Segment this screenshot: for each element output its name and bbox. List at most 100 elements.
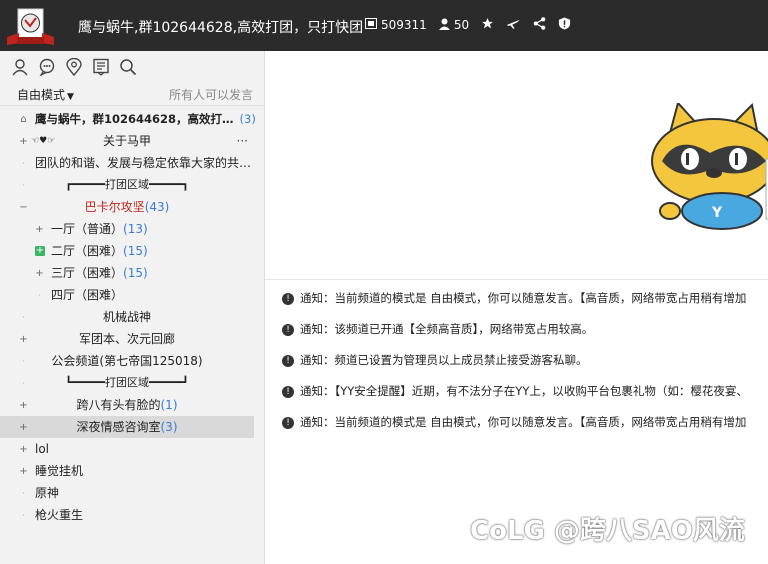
share-icon[interactable] [533,17,546,33]
channel-item-label: 原神 [35,482,59,504]
notes-icon[interactable] [91,57,111,77]
sidebar-toolbar [0,51,264,83]
channel-item[interactable]: + 一厅（普通）(13) [0,218,254,240]
channel-item[interactable]: · 团队的和谐、发展与稳定依靠大家的共… [0,152,254,174]
channel-name: ┗━━━━━打团区域━━━━━┛ [65,376,189,389]
channel-logo[interactable] [7,7,54,47]
channel-name: 睡觉挂机 [35,464,84,478]
header-stats: 509311 50 [365,17,583,33]
channel-item[interactable]: · 公会频道(第七帝国125018) [0,350,254,372]
channel-name: 团队的和谐、发展与稳定依靠大家的共… [35,156,252,170]
notice-icon: ! [282,292,294,305]
channel-item[interactable]: · 四厅（困难） [0,284,254,306]
channel-name: 枪火重生 [35,508,84,522]
notice-icon: ! [282,323,294,336]
expand-icon[interactable]: + [35,225,44,235]
member-count: 50 [453,18,470,32]
chat-icon[interactable] [37,57,57,77]
channel-item[interactable]: + lol [0,438,254,460]
channel-name: 跨八有头有脸的 [76,398,161,412]
channel-name: ┏━━━━━打团区域━━━━━┓ [65,178,189,191]
channel-item[interactable]: + 睡觉挂机 [0,460,254,482]
home-icon: ⌂ [20,114,27,125]
channel-item[interactable]: · ┏━━━━━打团区域━━━━━┓ [0,174,254,196]
notice-message: ! 通知：该频道已开通【全频高音质】，网络带宽占用较高。 [282,318,593,340]
notice-icon: ! [282,385,294,398]
more-icon[interactable]: ··· [237,130,248,152]
channel-item[interactable]: · 枪火重生 [0,504,254,526]
channel-item[interactable]: + 深夜情感咨询室(3) [0,416,254,438]
alert-icon[interactable] [558,17,571,33]
channel-item-label: 睡觉挂机 [35,460,83,482]
mascot-image: Y [651,103,768,230]
notice-text: 通知：当前频道的模式是 自由模式，你可以随意发言。【高音质，网络带宽占用稍有增加 [300,291,747,305]
channel-item-label: 团队的和谐、发展与稳定依靠大家的共… [35,152,251,174]
star-icon[interactable] [481,17,494,33]
channel-item[interactable]: + 二厅（困难）(15) [0,240,254,262]
notice-icon: ! [282,416,294,429]
watermark-text: CoLG @跨八SAO风流 [470,516,745,546]
member-count-badge: (15) [123,266,148,280]
channel-name: 鹰与蜗牛，群102644628，高效打… [35,112,234,126]
member-count-badge: (3) [239,112,256,126]
channel-item-label: 跨八有头有脸的(1) [0,394,254,416]
green-plus-icon[interactable]: + [35,246,45,256]
channel-item-label: 鹰与蜗牛，群102644628，高效打… (3) [35,108,256,130]
expand-icon[interactable]: + [19,467,28,477]
channel-name: 深夜情感咨询室 [76,420,161,434]
channel-item[interactable]: + 跨八有头有脸的(1) [0,394,254,416]
notice-message: ! 通知：当前频道的模式是 自由模式，你可以随意发言。【高音质，网络带宽占用稍有增… [282,411,746,433]
notice-text: 通知：【YY安全提醒】近期，有不法分子在YY上，以收购平台包裹礼物（如：樱花夜宴… [300,384,748,398]
banner-area: Y [265,51,768,280]
channel-sidebar: 自由模式 ▼ 所有人可以发言 ⌂ 鹰与蜗牛，群102644628，高效打… (3) + ☜… [0,51,265,564]
channel-item[interactable]: + 三厅（困难）(15) [0,262,254,284]
channel-name: 三厅（困难） [51,266,124,280]
channel-name: 二厅（困难） [51,244,124,258]
expand-icon[interactable]: + [19,445,28,455]
caret-down-icon: ▼ [67,92,74,102]
channel-dot-icon: · [22,489,25,498]
channel-item-label: 军团本、次元回廊 [0,328,254,350]
mode-bar: 自由模式 ▼ 所有人可以发言 [0,83,264,106]
channel-name: 原神 [35,486,60,500]
channel-item[interactable]: + ☜♥☞ 关于马甲 ··· [0,130,254,152]
channel-name: 公会频道(第七帝国125018) [51,354,203,368]
channel-item[interactable]: + 军团本、次元回廊 [0,328,254,350]
channel-name: 关于马甲 [102,134,151,148]
channel-name: lol [35,442,50,456]
channel-name: 四厅（困难） [51,288,124,302]
mode-dropdown[interactable]: 自由模式 ▼ [17,86,74,103]
channel-item-label: 三厅（困难）(15) [51,262,148,284]
channel-item[interactable]: ⌂ 鹰与蜗牛，群102644628，高效打… (3) [0,108,256,130]
channel-item[interactable]: · 机械战神 [0,306,254,328]
channel-item-label: 一厅（普通）(13) [51,218,148,240]
channel-item-label: 枪火重生 [35,504,83,526]
channel-item-label: lol [35,438,49,460]
location-icon[interactable] [64,57,84,77]
user-icon[interactable] [10,57,30,77]
expand-icon[interactable]: + [35,269,44,279]
channel-item-label: 关于马甲 [0,130,254,152]
search-icon[interactable] [118,57,138,77]
notice-text: 通知：该频道已开通【全频高音质】，网络带宽占用较高。 [300,322,594,336]
airplane-icon[interactable] [506,17,521,33]
channel-item-label: 四厅（困难） [51,284,123,306]
channel-item-label: ┗━━━━━打团区域━━━━━┛ [0,372,254,394]
member-count-badge: (15) [123,244,148,258]
notice-message: ! 通知：当前频道的模式是 自由模式，你可以随意发言。【高音质，网络带宽占用稍有增… [282,287,746,309]
channel-item[interactable]: · 原神 [0,482,254,504]
notice-text: 通知：频道已设置为管理员以上成员禁止接受游客私聊。 [300,353,588,367]
notice-message: ! 通知：【YY安全提醒】近期，有不法分子在YY上，以收购平台包裹礼物（如：樱花夜… [282,380,748,402]
notice-message: ! 通知：频道已设置为管理员以上成员禁止接受游客私聊。 [282,349,588,371]
channel-name: 一厅（普通） [51,222,124,236]
channel-item[interactable]: − 巴卡尔攻坚(43) [0,196,254,218]
notice-icon: ! [282,354,294,367]
mode-label: 自由模式 [17,88,66,102]
channel-dot-icon: · [22,159,25,168]
channel-item-label: 机械战神 [0,306,254,328]
channel-name: 巴卡尔攻坚 [84,200,145,214]
channel-item-label: ┏━━━━━打团区域━━━━━┓ [0,174,254,196]
channel-item[interactable]: · ┗━━━━━打团区域━━━━━┛ [0,372,254,394]
channel-name: 军团本、次元回廊 [78,332,175,346]
channel-id: 509311 [381,18,427,32]
